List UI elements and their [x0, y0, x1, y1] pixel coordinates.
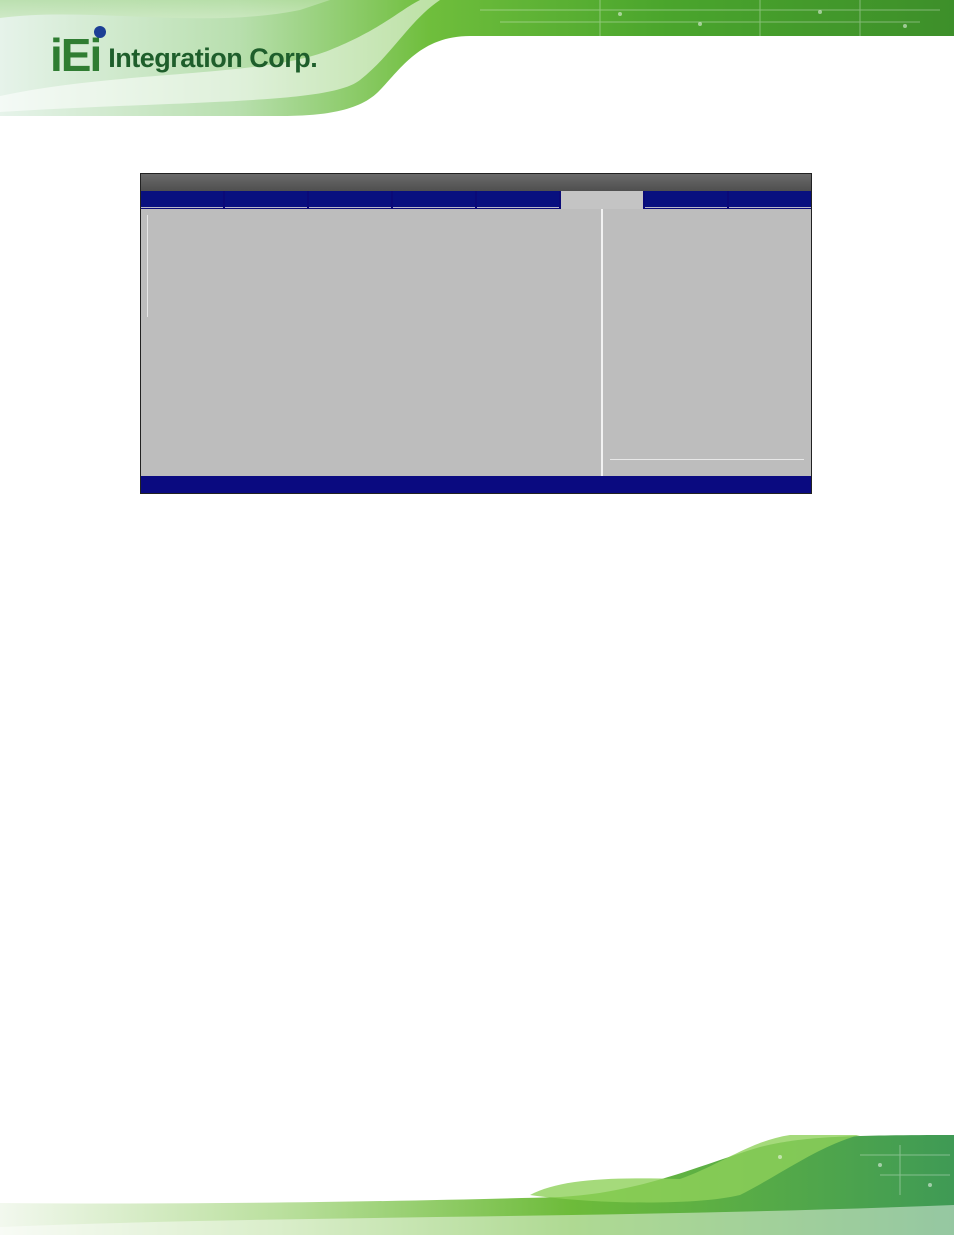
bios-main-divider — [147, 215, 148, 317]
bios-tab-8[interactable] — [729, 191, 811, 208]
logo-text: Integration Corp. — [108, 43, 318, 73]
bios-tab-6-active[interactable] — [561, 191, 643, 209]
company-logo: iEi Integration Corp. — [50, 26, 318, 81]
footer-wave-graphic — [0, 1135, 954, 1235]
bios-tab-1[interactable] — [141, 191, 223, 208]
bios-tab-3[interactable] — [309, 191, 391, 208]
bios-help-panel — [604, 209, 811, 476]
bios-tab-5[interactable] — [477, 191, 559, 208]
bios-menu-tabs — [141, 191, 811, 209]
bios-status-bar — [141, 476, 811, 493]
bios-tab-2[interactable] — [225, 191, 307, 208]
bios-screenshot — [140, 173, 812, 494]
bios-main-panel — [141, 209, 603, 476]
bios-title-bar — [141, 174, 811, 191]
logo-mark: iEi — [50, 29, 102, 81]
bios-tab-4[interactable] — [393, 191, 475, 208]
logo-dot-icon — [94, 26, 106, 38]
header-banner: iEi Integration Corp. — [0, 0, 954, 116]
bios-tab-7[interactable] — [645, 191, 727, 208]
bios-help-divider — [610, 459, 804, 460]
footer-banner — [0, 1135, 954, 1235]
